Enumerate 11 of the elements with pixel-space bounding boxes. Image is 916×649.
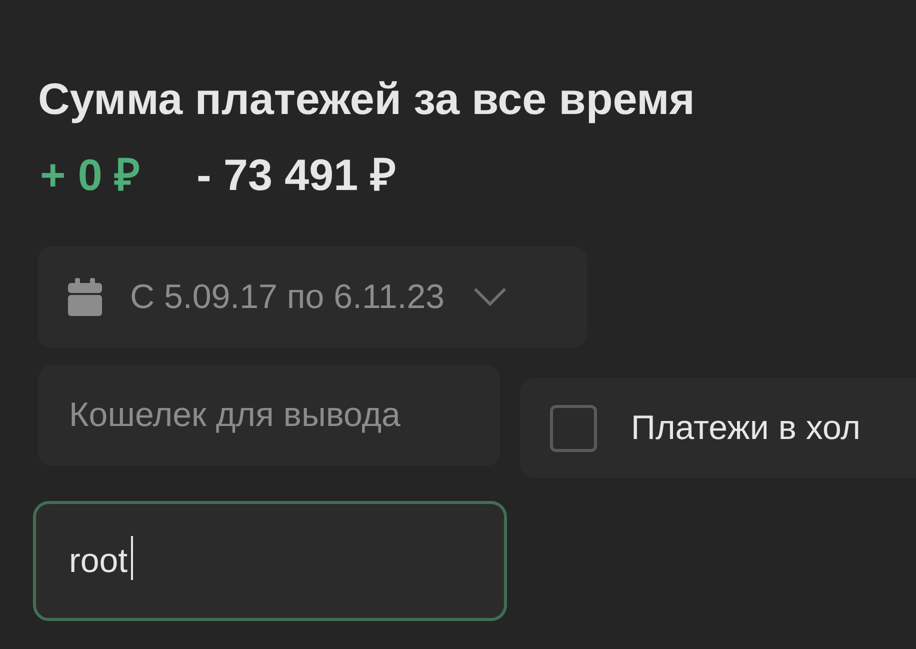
- chevron-down-icon: [472, 287, 507, 307]
- hold-filter-panel[interactable]: Платежи в хол: [520, 378, 916, 478]
- date-range-dropdown[interactable]: С 5.09.17 по 6.11.23: [38, 246, 587, 348]
- expense-total: - 73 491 ₽: [196, 150, 396, 202]
- section-title: Сумма платежей за все время: [38, 74, 696, 126]
- hold-checkbox[interactable]: [550, 404, 597, 452]
- income-total: + 0 ₽: [40, 150, 141, 202]
- hold-label: Платежи в хол: [631, 408, 860, 448]
- search-input-field[interactable]: root: [33, 501, 507, 621]
- wallet-input-field[interactable]: Кошелек для вывода: [38, 365, 500, 466]
- calendar-icon: [68, 278, 102, 316]
